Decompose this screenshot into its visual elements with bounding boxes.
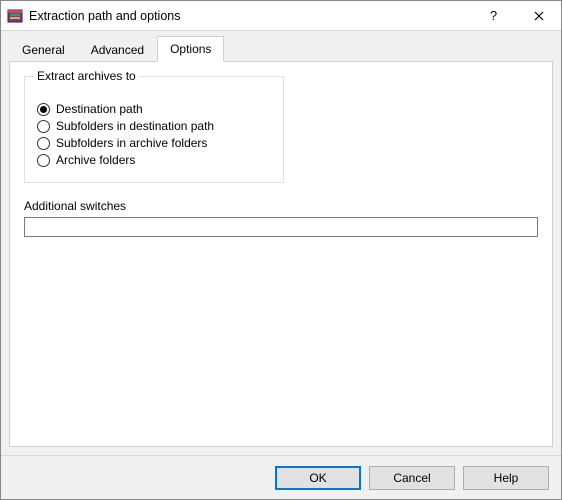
radio-icon xyxy=(37,154,50,167)
help-button[interactable]: Help xyxy=(463,466,549,490)
additional-switches-label: Additional switches xyxy=(24,199,538,213)
radio-label: Subfolders in destination path xyxy=(56,119,214,133)
button-bar: OK Cancel Help xyxy=(1,455,561,499)
radio-icon xyxy=(37,103,50,116)
group-legend: Extract archives to xyxy=(33,69,140,83)
radio-subfolders-destination[interactable]: Subfolders in destination path xyxy=(37,119,271,133)
titlebar-help-button[interactable]: ? xyxy=(471,1,516,31)
tab-label: General xyxy=(22,43,65,57)
button-label: OK xyxy=(309,471,326,485)
tab-strip: General Advanced Options xyxy=(1,31,561,61)
radio-destination-path[interactable]: Destination path xyxy=(37,102,271,116)
titlebar-close-button[interactable] xyxy=(516,1,561,31)
app-icon xyxy=(7,8,23,24)
tab-options[interactable]: Options xyxy=(157,36,224,62)
ok-button[interactable]: OK xyxy=(275,466,361,490)
radio-icon xyxy=(37,137,50,150)
tab-advanced[interactable]: Advanced xyxy=(78,37,157,62)
button-label: Cancel xyxy=(393,471,430,485)
button-label: Help xyxy=(494,471,519,485)
radio-label: Subfolders in archive folders xyxy=(56,136,207,150)
radio-archive-folders[interactable]: Archive folders xyxy=(37,153,271,167)
tab-label: Advanced xyxy=(91,43,144,57)
tab-general[interactable]: General xyxy=(9,37,78,62)
cancel-button[interactable]: Cancel xyxy=(369,466,455,490)
radio-icon xyxy=(37,120,50,133)
radio-subfolders-archive[interactable]: Subfolders in archive folders xyxy=(37,136,271,150)
radio-label: Destination path xyxy=(56,102,143,116)
group-extract-archives-to: Extract archives to Destination path Sub… xyxy=(24,76,284,183)
tab-label: Options xyxy=(170,42,211,56)
window-title: Extraction path and options xyxy=(29,9,471,23)
dialog-window: Extraction path and options ? General Ad… xyxy=(0,0,562,500)
additional-switches-input[interactable] xyxy=(24,217,538,237)
tab-page-options: Extract archives to Destination path Sub… xyxy=(9,61,553,447)
radio-label: Archive folders xyxy=(56,153,135,167)
titlebar: Extraction path and options ? xyxy=(1,1,561,31)
